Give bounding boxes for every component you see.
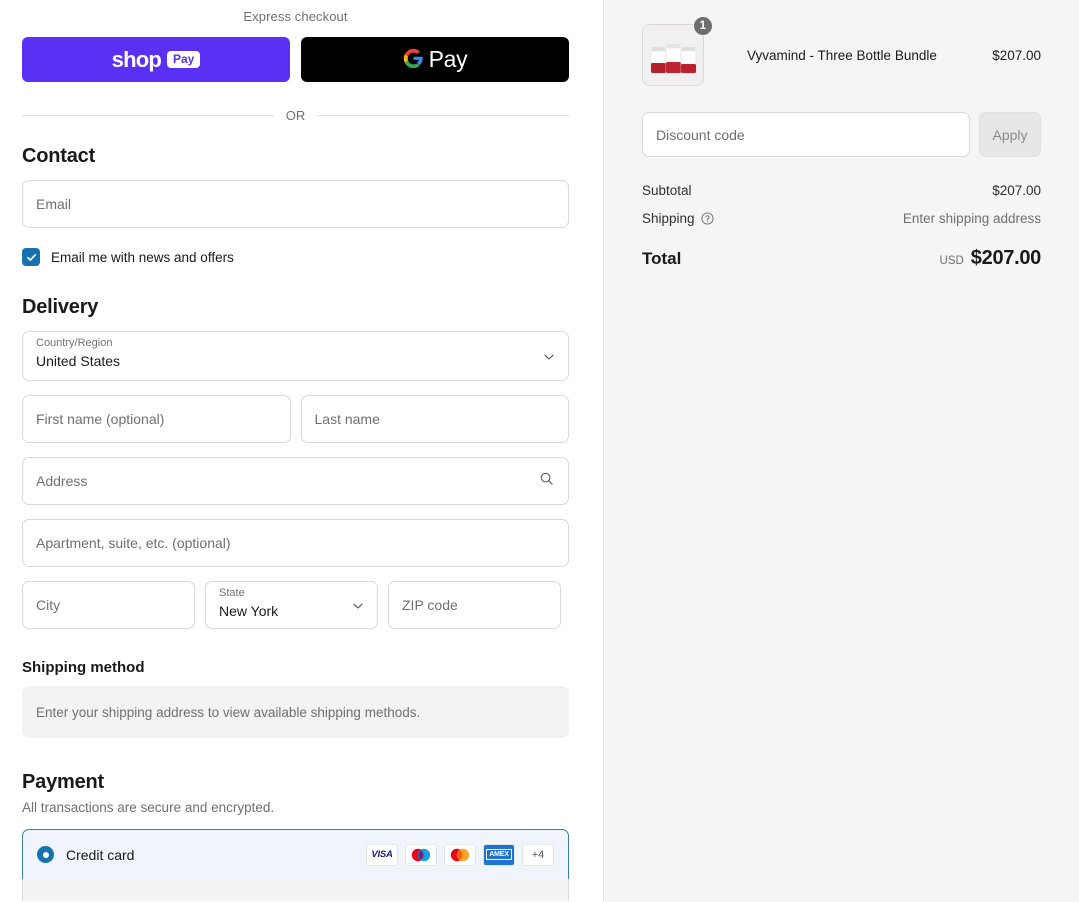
email-field[interactable]: Email: [22, 180, 569, 228]
help-circle-icon[interactable]: [701, 212, 714, 225]
checkbox-icon[interactable]: [22, 248, 40, 266]
apartment-field[interactable]: Apartment, suite, etc. (optional): [22, 519, 569, 567]
newsletter-checkbox-row[interactable]: Email me with news and offers: [22, 248, 569, 266]
city-state-zip-row: City State New York ZIP code: [22, 581, 569, 629]
total-label: Total: [642, 249, 682, 268]
email-placeholder: Email: [36, 196, 72, 212]
state-select[interactable]: State New York: [205, 581, 378, 629]
checkout-form-panel: Express checkout shop Pay Pay OR Contact…: [0, 0, 604, 902]
or-divider: OR: [22, 108, 569, 123]
search-icon[interactable]: [539, 471, 554, 491]
totals-block: Subtotal $207.00 Shipping Enter shipping…: [642, 183, 1041, 270]
city-placeholder: City: [36, 597, 61, 613]
amex-icon: AMEX: [483, 843, 515, 866]
more-brands-badge[interactable]: +4: [522, 843, 554, 866]
apply-button-label: Apply: [992, 126, 1028, 143]
discount-code-input[interactable]: Discount code: [642, 112, 970, 157]
country-region-label: Country/Region: [36, 337, 113, 349]
first-name-field[interactable]: First name (optional): [22, 395, 291, 443]
last-name-placeholder: Last name: [314, 411, 380, 427]
credit-card-option[interactable]: Credit card VISA AMEX +4: [22, 829, 569, 879]
subtotal-value: $207.00: [992, 183, 1041, 198]
express-checkout-label: Express checkout: [243, 9, 348, 24]
google-g-icon: [403, 48, 424, 72]
total-amount-group: USD $207.00: [939, 247, 1042, 270]
shipping-method-heading: Shipping method: [22, 659, 145, 676]
address-field[interactable]: Address: [22, 457, 569, 505]
first-name-placeholder: First name (optional): [36, 411, 165, 427]
quantity-badge: 1: [692, 16, 713, 36]
google-pay-wordmark: Pay: [428, 46, 468, 72]
maestro-icon: [405, 843, 437, 866]
checkout-page: Express checkout shop Pay Pay OR Contact…: [0, 0, 1079, 902]
apply-discount-button[interactable]: Apply: [979, 112, 1041, 157]
shop-pay-button[interactable]: shop Pay: [22, 37, 290, 82]
discount-code-placeholder: Discount code: [656, 126, 745, 143]
apartment-placeholder: Apartment, suite, etc. (optional): [36, 535, 231, 551]
state-label: State: [219, 587, 245, 599]
contact-heading: Contact: [22, 145, 96, 167]
radio-dot: [42, 851, 49, 858]
shop-pay-wordmark: shop: [111, 46, 162, 72]
zip-code-placeholder: ZIP code: [402, 597, 458, 613]
subtotal-row: Subtotal $207.00: [642, 183, 1041, 198]
country-region-value: United States: [36, 353, 121, 369]
shipping-row: Shipping Enter shipping address: [642, 211, 1041, 226]
visa-icon: VISA: [366, 843, 398, 866]
mastercard-icon: [444, 843, 476, 866]
country-region-select[interactable]: Country/Region United States: [22, 331, 569, 381]
last-name-field[interactable]: Last name: [300, 395, 569, 443]
shop-pay-chip: Pay: [167, 51, 201, 68]
divider-line-left: [22, 115, 274, 116]
total-currency: USD: [939, 255, 964, 267]
shipping-method-notice: Enter your shipping address to view avai…: [22, 686, 569, 738]
total-value: $207.00: [970, 247, 1042, 269]
product-thumbnail-wrapper: 1: [642, 16, 713, 86]
delivery-heading: Delivery: [22, 296, 99, 318]
state-value: New York: [219, 603, 279, 619]
order-summary-panel: 1 Vyvamind - Three Bottle Bundle $207.00…: [604, 0, 1079, 902]
chevron-down-icon: [352, 599, 364, 611]
express-checkout-buttons: shop Pay Pay: [22, 37, 569, 82]
address-placeholder: Address: [36, 473, 88, 489]
newsletter-label: Email me with news and offers: [51, 249, 234, 265]
product-name: Vyvamind - Three Bottle Bundle: [747, 47, 937, 63]
product-image: [642, 24, 704, 86]
subtotal-label: Subtotal: [642, 183, 692, 198]
product-price: $207.00: [992, 47, 1041, 63]
card-brand-list: VISA AMEX +4: [366, 843, 554, 866]
order-line-item: 1 Vyvamind - Three Bottle Bundle $207.00: [642, 16, 1041, 86]
zip-code-field[interactable]: ZIP code: [388, 581, 561, 629]
payment-heading: Payment: [22, 771, 104, 793]
chevron-down-icon: [543, 350, 555, 362]
divider-label: OR: [285, 108, 306, 123]
radio-selected-icon[interactable]: [37, 846, 54, 863]
credit-card-label: Credit card: [66, 846, 135, 863]
discount-row: Discount code Apply: [642, 112, 1041, 157]
shipping-method-notice-text: Enter your shipping address to view avai…: [36, 704, 421, 720]
google-pay-button[interactable]: Pay: [301, 37, 569, 82]
city-field[interactable]: City: [22, 581, 195, 629]
credit-card-form-area: [22, 879, 569, 901]
name-row: First name (optional) Last name: [22, 395, 569, 443]
total-row: Total USD $207.00: [642, 247, 1041, 270]
shipping-label-group: Shipping: [642, 211, 714, 226]
divider-line-right: [317, 115, 569, 116]
shipping-value: Enter shipping address: [902, 211, 1041, 226]
payment-security-note: All transactions are secure and encrypte…: [22, 800, 275, 815]
shipping-label: Shipping: [642, 211, 695, 226]
